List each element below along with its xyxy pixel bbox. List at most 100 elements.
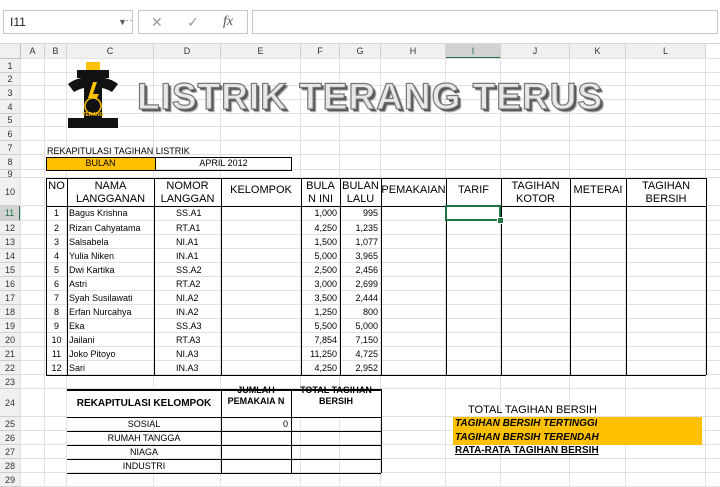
customer-no[interactable]: 7: [46, 292, 67, 305]
customer-name[interactable]: Salsabela: [69, 236, 154, 249]
bulan-ini-value[interactable]: 3,500: [301, 292, 337, 305]
customer-number[interactable]: NI.A3: [154, 348, 221, 361]
customer-number[interactable]: IN.A1: [154, 250, 221, 263]
row-header-27[interactable]: 27: [0, 445, 21, 459]
customer-name[interactable]: Astri: [69, 278, 154, 291]
column-header-j[interactable]: J: [501, 44, 570, 59]
column-header-b[interactable]: B: [45, 44, 67, 59]
customer-number[interactable]: SS.A1: [154, 207, 221, 220]
row-header-24[interactable]: 24: [0, 389, 21, 417]
customer-name[interactable]: Yulia Niken: [69, 250, 154, 263]
group-name[interactable]: INDUSTRI: [67, 460, 221, 473]
customer-number[interactable]: IN.A2: [154, 306, 221, 319]
row-header-21[interactable]: 21: [0, 347, 21, 361]
customer-no[interactable]: 9: [46, 320, 67, 333]
customer-no[interactable]: 4: [46, 250, 67, 263]
bulan-ini-value[interactable]: 4,250: [301, 362, 337, 375]
column-header-h[interactable]: H: [381, 44, 446, 59]
customer-no[interactable]: 2: [46, 222, 67, 235]
customer-name[interactable]: Dwi Kartika: [69, 264, 154, 277]
customer-number[interactable]: RT.A3: [154, 334, 221, 347]
customer-name[interactable]: Erfan Nurcahya: [69, 306, 154, 319]
bulan-ini-value[interactable]: 5,000: [301, 250, 337, 263]
row-header-5[interactable]: 5: [0, 114, 21, 127]
row-header-1[interactable]: 1: [0, 59, 21, 73]
bulan-lalu-value[interactable]: 1,235: [340, 222, 378, 235]
cancel-icon[interactable]: ✕: [151, 14, 163, 31]
customer-number[interactable]: NI.A2: [154, 292, 221, 305]
customer-name[interactable]: Rizan Cahyatama: [69, 222, 154, 235]
customer-name[interactable]: Sari: [69, 362, 154, 375]
customer-no[interactable]: 3: [46, 236, 67, 249]
row-header-13[interactable]: 13: [0, 235, 21, 249]
row-header-8[interactable]: 8: [0, 155, 21, 170]
row-header-20[interactable]: 20: [0, 333, 21, 347]
row-header-9[interactable]: 9: [0, 170, 21, 179]
column-header-c[interactable]: C: [67, 44, 154, 59]
row-header-7[interactable]: 7: [0, 141, 21, 155]
group-jumlah[interactable]: 0: [221, 418, 288, 431]
column-header-e[interactable]: E: [221, 44, 301, 59]
column-header-l[interactable]: L: [626, 44, 706, 59]
bulan-ini-value[interactable]: 1,000: [301, 207, 337, 220]
formula-input[interactable]: [252, 10, 718, 34]
customer-no[interactable]: 10: [46, 334, 67, 347]
column-header-f[interactable]: F: [301, 44, 340, 59]
name-box[interactable]: I11 ▼: [3, 10, 133, 34]
row-header-10[interactable]: 10: [0, 178, 21, 206]
customer-no[interactable]: 12: [46, 362, 67, 375]
row-header-3[interactable]: 3: [0, 86, 21, 100]
bulan-ini-value[interactable]: 11,250: [301, 348, 337, 361]
customer-no[interactable]: 8: [46, 306, 67, 319]
row-header-11[interactable]: 11: [0, 206, 21, 221]
bulan-lalu-value[interactable]: 3,965: [340, 250, 378, 263]
row-header-29[interactable]: 29: [0, 473, 21, 487]
row-header-17[interactable]: 17: [0, 291, 21, 305]
bulan-lalu-value[interactable]: 7,150: [340, 334, 378, 347]
bulan-lalu-value[interactable]: 800: [340, 306, 378, 319]
bulan-lalu-value[interactable]: 2,444: [340, 292, 378, 305]
group-name[interactable]: SOSIAL: [67, 418, 221, 431]
customer-number[interactable]: SS.A3: [154, 320, 221, 333]
insert-function-icon[interactable]: fx: [223, 14, 233, 30]
column-header-g[interactable]: G: [340, 44, 381, 59]
bulan-lalu-value[interactable]: 1,077: [340, 236, 378, 249]
customer-name[interactable]: Joko Pitoyo: [69, 348, 154, 361]
row-header-4[interactable]: 4: [0, 100, 21, 114]
customer-no[interactable]: 1: [46, 207, 67, 220]
row-header-18[interactable]: 18: [0, 305, 21, 319]
row-header-14[interactable]: 14: [0, 249, 21, 263]
enter-icon[interactable]: ✓: [187, 14, 199, 31]
select-all-button[interactable]: [0, 44, 21, 59]
row-header-25[interactable]: 25: [0, 417, 21, 431]
row-header-28[interactable]: 28: [0, 459, 21, 473]
bulan-lalu-value[interactable]: 2,456: [340, 264, 378, 277]
row-header-19[interactable]: 19: [0, 319, 21, 333]
customer-name[interactable]: Bagus Krishna: [69, 207, 154, 220]
bulan-lalu-value[interactable]: 995: [340, 207, 378, 220]
customer-number[interactable]: RT.A1: [154, 222, 221, 235]
bulan-ini-value[interactable]: 5,500: [301, 320, 337, 333]
group-name[interactable]: NIAGA: [67, 446, 221, 459]
selected-cell[interactable]: [445, 205, 501, 221]
row-header-6[interactable]: 6: [0, 127, 21, 141]
bulan-lalu-value[interactable]: 2,699: [340, 278, 378, 291]
group-name[interactable]: RUMAH TANGGA: [67, 432, 221, 445]
customer-no[interactable]: 6: [46, 278, 67, 291]
bulan-ini-value[interactable]: 3,000: [301, 278, 337, 291]
row-header-2[interactable]: 2: [0, 73, 21, 86]
customer-name[interactable]: Jailani: [69, 334, 154, 347]
row-header-26[interactable]: 26: [0, 431, 21, 445]
column-header-k[interactable]: K: [570, 44, 626, 59]
more-icon[interactable]: ⋮: [121, 15, 134, 26]
bulan-ini-value[interactable]: 2,500: [301, 264, 337, 277]
customer-no[interactable]: 5: [46, 264, 67, 277]
bulan-ini-value[interactable]: 4,250: [301, 222, 337, 235]
row-header-12[interactable]: 12: [0, 221, 21, 235]
bulan-ini-value[interactable]: 1,500: [301, 236, 337, 249]
bulan-lalu-value[interactable]: 4,725: [340, 348, 378, 361]
row-header-23[interactable]: 23: [0, 375, 21, 389]
customer-number[interactable]: RT.A2: [154, 278, 221, 291]
bulan-lalu-value[interactable]: 5,000: [340, 320, 378, 333]
customer-number[interactable]: NI.A1: [154, 236, 221, 249]
